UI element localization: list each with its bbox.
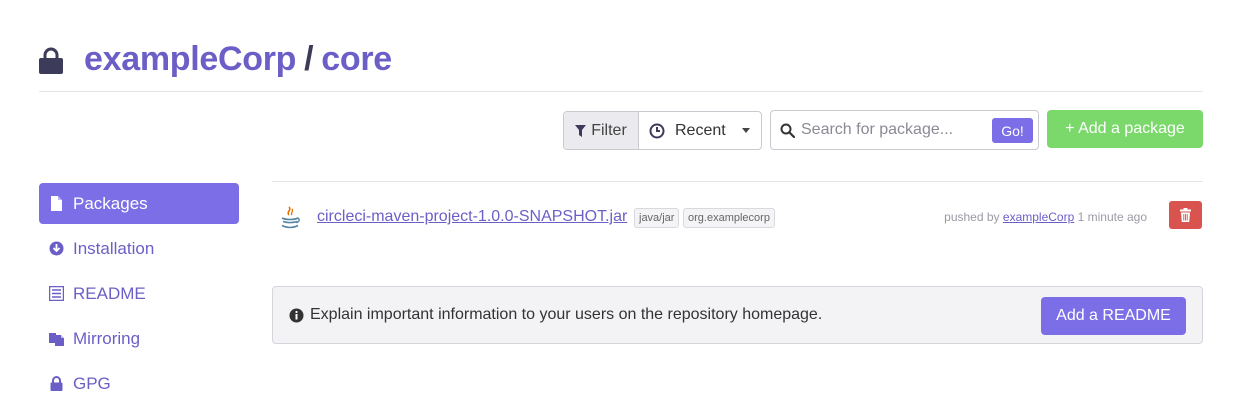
- pushed-time: 1 minute ago: [1077, 210, 1147, 224]
- page-title: exampleCorp / core: [84, 40, 392, 79]
- lock-icon: [39, 47, 63, 74]
- package-name-link[interactable]: circleci-maven-project-1.0.0-SNAPSHOT.ja…: [317, 208, 627, 226]
- search-go-button[interactable]: Go!: [992, 118, 1033, 143]
- sidebar-item-label: Installation: [73, 238, 155, 258]
- download-circle-icon: [49, 241, 64, 256]
- java-icon: [281, 206, 300, 229]
- sidebar-item-gpg[interactable]: GPG: [39, 363, 239, 404]
- clock-icon: [649, 123, 665, 138]
- readme-notice: Explain important information to your us…: [272, 286, 1203, 344]
- sidebar-item-label: Packages: [73, 193, 148, 213]
- filter-button[interactable]: Filter: [564, 112, 639, 149]
- readme-notice-text: Explain important information to your us…: [289, 306, 822, 324]
- pushed-info: pushed by exampleCorp 1 minute ago: [944, 210, 1147, 224]
- copy-icon: [49, 333, 64, 346]
- sidebar-item-readme[interactable]: README: [39, 273, 239, 314]
- sort-label: Recent: [675, 121, 726, 139]
- pushed-by-link[interactable]: exampleCorp: [1003, 210, 1074, 224]
- add-package-button[interactable]: + Add a package: [1047, 110, 1203, 148]
- search-input[interactable]: [801, 121, 986, 139]
- sidebar-item-packages[interactable]: Packages: [39, 183, 239, 224]
- package-group-tag[interactable]: org.examplecorp: [683, 208, 775, 228]
- sidebar-item-installation[interactable]: Installation: [39, 228, 239, 269]
- org-link[interactable]: exampleCorp: [84, 40, 296, 78]
- file-icon: [51, 196, 62, 211]
- sidebar-item-label: README: [73, 283, 146, 303]
- lock-icon: [50, 376, 63, 391]
- pushed-prefix: pushed by: [944, 210, 1000, 224]
- page-header: exampleCorp / core: [39, 38, 1203, 92]
- caret-down-icon: [742, 128, 750, 133]
- sidebar-item-mirroring[interactable]: Mirroring: [39, 318, 239, 359]
- package-row: circleci-maven-project-1.0.0-SNAPSHOT.ja…: [272, 200, 1203, 234]
- list-icon: [49, 286, 64, 301]
- content-divider: [272, 181, 1203, 182]
- filter-label: Filter: [591, 121, 627, 139]
- sort-dropdown[interactable]: Recent: [639, 112, 761, 149]
- info-icon: [289, 308, 304, 322]
- add-readme-button[interactable]: Add a README: [1041, 297, 1186, 335]
- search-box: Go!: [770, 110, 1039, 150]
- filter-icon: [575, 124, 587, 137]
- package-type-tag[interactable]: java/jar: [634, 208, 680, 228]
- filter-sort-group: Filter Recent: [563, 111, 762, 150]
- readme-notice-message: Explain important information to your us…: [310, 306, 823, 323]
- search-icon: [780, 123, 795, 138]
- title-separator: /: [304, 40, 314, 78]
- repo-name[interactable]: core: [321, 40, 392, 78]
- sidebar-nav: Packages Installation README Mirroring G…: [39, 183, 239, 404]
- sidebar-item-label: Mirroring: [73, 328, 141, 348]
- sidebar-item-label: GPG: [73, 373, 111, 393]
- trash-icon: [1180, 208, 1191, 222]
- delete-package-button[interactable]: [1169, 201, 1202, 229]
